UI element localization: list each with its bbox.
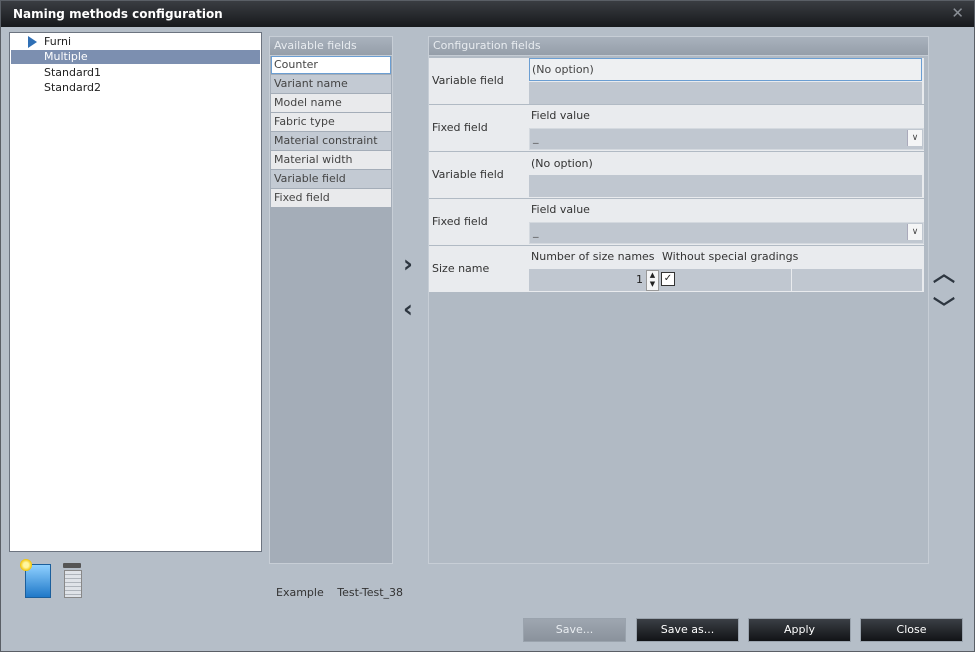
config-row-fixed-field[interactable]: Fixed field Field value _ ∨ <box>429 105 924 151</box>
available-field-item[interactable]: Model name <box>271 94 391 112</box>
naming-methods-window: Naming methods configuration ✕ Furni Mul… <box>0 0 975 652</box>
field-value-label: Field value <box>531 109 590 122</box>
tree-item-label: Standard1 <box>44 66 102 79</box>
add-field-button[interactable]: › <box>403 252 413 276</box>
row-label: Size name <box>432 262 490 275</box>
variable-field-option[interactable]: (No option) <box>529 58 922 81</box>
available-field-item[interactable]: Variant name <box>271 75 391 93</box>
available-field-item[interactable]: Counter <box>271 56 391 74</box>
save-as-button[interactable]: Save as... <box>636 618 739 642</box>
move-up-button[interactable]: ︿ <box>933 256 955 288</box>
variable-field-input[interactable] <box>529 175 922 197</box>
config-row-fixed-field[interactable]: Fixed field Field value _ ∨ <box>429 199 924 245</box>
trash-icon[interactable] <box>63 563 82 598</box>
variable-field-input[interactable] <box>529 82 922 104</box>
apply-button[interactable]: Apply <box>748 618 851 642</box>
chevron-down-icon[interactable]: ∨ <box>907 224 922 240</box>
configuration-fields-header: Configuration fields <box>429 37 928 56</box>
tree-item-furni[interactable]: Furni <box>11 35 260 49</box>
title-bar: Naming methods configuration ✕ <box>1 1 974 27</box>
window-title: Naming methods configuration <box>13 7 223 21</box>
available-field-item[interactable]: Material width <box>271 151 391 169</box>
option-value: (No option) <box>531 157 593 170</box>
cell-divider <box>791 269 792 291</box>
special-gradings-checkbox[interactable]: ✓ <box>661 272 675 286</box>
field-value-select[interactable]: _ ∨ <box>529 128 924 150</box>
new-star-icon <box>20 559 32 571</box>
tree-item-label: Multiple <box>44 50 88 63</box>
example-preview: Example Test-Test_38 <box>276 586 413 599</box>
tree-item-standard1[interactable]: Standard1 <box>11 66 260 80</box>
example-value: Test-Test_38 <box>337 586 404 599</box>
available-field-item[interactable]: Material constraint <box>271 132 391 150</box>
new-method-icon[interactable] <box>20 559 51 598</box>
save-button[interactable]: Save... <box>523 618 626 642</box>
available-field-item[interactable]: Fixed field <box>271 189 391 207</box>
size-count-label: Number of size names <box>531 250 655 263</box>
configuration-fields-panel: Configuration fields Variable field (No … <box>428 36 929 564</box>
available-fields-header: Available fields <box>270 37 392 56</box>
row-label: Fixed field <box>432 215 488 228</box>
available-field-item[interactable]: Fabric type <box>271 113 391 131</box>
size-count-value: 1 <box>636 273 643 286</box>
move-down-button[interactable]: ﹀ <box>933 291 955 323</box>
field-value-select[interactable]: _ ∨ <box>529 222 924 244</box>
available-field-item[interactable]: Variable field <box>271 170 391 188</box>
tree-item-multiple[interactable]: Multiple <box>11 50 260 64</box>
remove-field-button[interactable]: ‹ <box>403 297 413 321</box>
special-gradings-label: Without special gradings <box>662 250 799 263</box>
size-count-spinner[interactable]: ▲ ▼ <box>646 270 659 291</box>
row-label: Fixed field <box>432 121 488 134</box>
example-label: Example <box>276 586 324 599</box>
row-label: Variable field <box>432 74 504 87</box>
field-value-label: Field value <box>531 203 590 216</box>
close-button[interactable]: Close <box>860 618 963 642</box>
config-row-variable-field[interactable]: Variable field (No option) <box>429 152 924 198</box>
select-value: _ <box>533 131 539 144</box>
naming-method-tree[interactable]: Furni Multiple Standard1 Standard2 <box>9 32 262 552</box>
chevron-down-icon[interactable]: ∨ <box>907 130 922 146</box>
tree-item-standard2[interactable]: Standard2 <box>11 81 260 95</box>
close-icon[interactable]: ✕ <box>951 4 964 22</box>
row-label: Variable field <box>432 168 504 181</box>
config-row-size-name[interactable]: Size name Number of size names Without s… <box>429 246 924 292</box>
config-row-variable-field[interactable]: Variable field (No option) <box>429 58 924 104</box>
expand-arrow-icon[interactable] <box>28 36 37 48</box>
select-value: _ <box>533 225 539 238</box>
size-name-cells: 1 ▲ ▼ ✓ <box>529 269 922 291</box>
tree-item-label: Standard2 <box>44 81 102 94</box>
available-fields-panel: Available fields Counter Variant name Mo… <box>269 36 393 564</box>
option-value: (No option) <box>532 63 594 76</box>
tree-item-label: Furni <box>44 35 72 48</box>
